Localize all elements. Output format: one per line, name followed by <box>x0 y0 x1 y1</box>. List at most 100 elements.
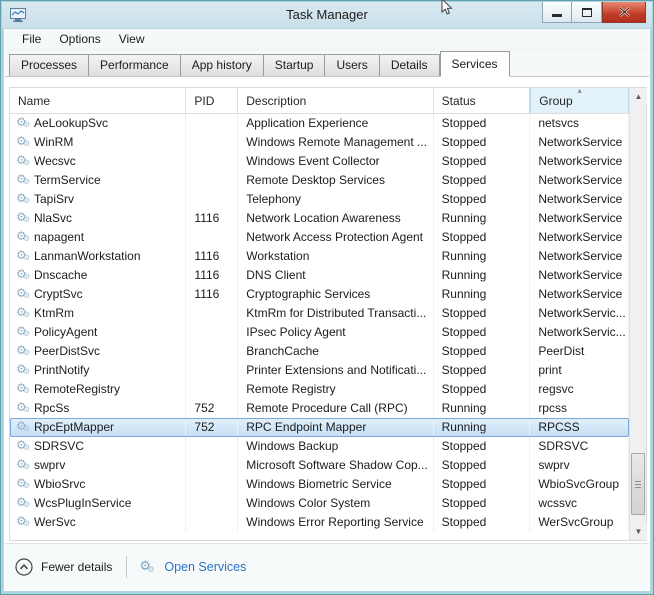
service-pid <box>186 342 238 361</box>
service-gear-icon: ⚙⚙ <box>16 418 32 437</box>
table-row[interactable]: ⚙⚙RemoteRegistry Remote Registry Stopped… <box>10 380 629 399</box>
vertical-scrollbar[interactable]: ▲ ▼ <box>629 88 646 540</box>
scroll-up-button[interactable]: ▲ <box>630 88 647 105</box>
table-row[interactable]: ⚙⚙RpcSs 752 Remote Procedure Call (RPC) … <box>10 399 629 418</box>
service-pid <box>186 361 238 380</box>
open-services-label: Open Services <box>164 560 246 574</box>
service-name: WinRM <box>32 133 73 152</box>
table-row[interactable]: ⚙⚙LanmanWorkstation 1116 Workstation Run… <box>10 247 629 266</box>
menu-item-file[interactable]: File <box>13 30 50 48</box>
service-pid: 1116 <box>186 266 238 285</box>
service-gear-icon: ⚙⚙ <box>16 361 32 380</box>
table-row[interactable]: ⚙⚙AeLookupSvc Application Experience Sto… <box>10 114 629 133</box>
column-header-description[interactable]: Description <box>238 88 433 113</box>
service-gear-icon: ⚙⚙ <box>16 437 32 456</box>
table-row[interactable]: ⚙⚙SDRSVC Windows Backup Stopped SDRSVC <box>10 437 629 456</box>
table-row[interactable]: ⚙⚙NlaSvc 1116 Network Location Awareness… <box>10 209 629 228</box>
table-row[interactable]: ⚙⚙Dnscache 1116 DNS Client Running Netwo… <box>10 266 629 285</box>
service-group: NetworkService <box>530 228 629 247</box>
table-row[interactable]: ⚙⚙WinRM Windows Remote Management ... St… <box>10 133 629 152</box>
column-header-status[interactable]: Status <box>434 88 531 113</box>
menu-item-options[interactable]: Options <box>50 30 109 48</box>
service-pid <box>186 437 238 456</box>
table-row[interactable]: ⚙⚙napagent Network Access Protection Age… <box>10 228 629 247</box>
table-row[interactable]: ⚙⚙WbioSrvc Windows Biometric Service Sto… <box>10 475 629 494</box>
service-gear-icon: ⚙⚙ <box>16 285 32 304</box>
tab-details[interactable]: Details <box>380 54 440 76</box>
service-pid <box>186 304 238 323</box>
service-status: Stopped <box>434 228 531 247</box>
scroll-down-button[interactable]: ▼ <box>630 523 647 540</box>
service-description: Windows Color System <box>238 494 433 513</box>
table-row[interactable]: ⚙⚙KtmRm KtmRm for Distributed Transacti.… <box>10 304 629 323</box>
service-pid: 752 <box>186 399 238 418</box>
table-row[interactable]: ⚙⚙Wecsvc Windows Event Collector Stopped… <box>10 152 629 171</box>
service-group: NetworkService <box>530 247 629 266</box>
table-row[interactable]: ⚙⚙TapiSrv Telephony Stopped NetworkServi… <box>10 190 629 209</box>
maximize-button[interactable] <box>572 2 602 23</box>
service-status: Stopped <box>434 494 531 513</box>
service-name: Wecsvc <box>32 152 76 171</box>
close-button[interactable] <box>602 2 646 23</box>
column-header-label: Description <box>246 94 306 108</box>
service-name: SDRSVC <box>32 437 84 456</box>
column-header-group[interactable]: Group▴ <box>530 88 629 113</box>
table-row[interactable]: ⚙⚙PrintNotify Printer Extensions and Not… <box>10 361 629 380</box>
service-status: Stopped <box>434 133 531 152</box>
footer-bar: Fewer details ⚙ ⚙ Open Services <box>5 543 649 590</box>
service-name: KtmRm <box>32 304 74 323</box>
table-row[interactable]: ⚙⚙TermService Remote Desktop Services St… <box>10 171 629 190</box>
column-header-label: Name <box>18 94 50 108</box>
tab-startup[interactable]: Startup <box>264 54 326 76</box>
service-status: Running <box>434 209 531 228</box>
service-name: LanmanWorkstation <box>32 247 141 266</box>
table-row[interactable]: ⚙⚙WerSvc Windows Error Reporting Service… <box>10 513 629 532</box>
table-row[interactable]: ⚙⚙PeerDistSvc BranchCache Stopped PeerDi… <box>10 342 629 361</box>
service-name: AeLookupSvc <box>32 114 108 133</box>
service-gear-icon: ⚙⚙ <box>16 304 32 323</box>
tab-app-history[interactable]: App history <box>181 54 264 76</box>
service-status: Stopped <box>434 475 531 494</box>
table-body: ⚙⚙AeLookupSvc Application Experience Sto… <box>10 114 629 540</box>
sort-ascending-icon: ▴ <box>578 87 582 95</box>
table-row[interactable]: ⚙⚙RpcEptMapper 752 RPC Endpoint Mapper R… <box>10 418 629 437</box>
table-row[interactable]: ⚙⚙CryptSvc 1116 Cryptographic Services R… <box>10 285 629 304</box>
fewer-details-button[interactable]: Fewer details <box>15 558 112 576</box>
service-status: Running <box>434 247 531 266</box>
service-pid <box>186 494 238 513</box>
service-description: Windows Backup <box>238 437 433 456</box>
titlebar[interactable]: Task Manager <box>2 2 652 29</box>
service-group: NetworkServic... <box>530 323 629 342</box>
services-gear-icon: ⚙ ⚙ <box>139 558 157 576</box>
tab-performance[interactable]: Performance <box>89 54 181 76</box>
table-row[interactable]: ⚙⚙WcsPlugInService Windows Color System … <box>10 494 629 513</box>
service-gear-icon: ⚙⚙ <box>16 133 32 152</box>
service-status: Running <box>434 418 531 437</box>
service-description: BranchCache <box>238 342 433 361</box>
service-name: swprv <box>32 456 65 475</box>
service-description: Windows Error Reporting Service <box>238 513 433 532</box>
scroll-up-icon: ▲ <box>635 92 643 101</box>
service-gear-icon: ⚙⚙ <box>16 399 32 418</box>
service-group: NetworkService <box>530 266 629 285</box>
column-header-pid[interactable]: PID <box>186 88 238 113</box>
tab-users[interactable]: Users <box>325 54 379 76</box>
service-status: Stopped <box>434 190 531 209</box>
column-header-name[interactable]: Name <box>10 88 186 113</box>
service-pid <box>186 380 238 399</box>
minimize-icon <box>552 14 562 17</box>
table-row[interactable]: ⚙⚙swprv Microsoft Software Shadow Cop...… <box>10 456 629 475</box>
menu-item-view[interactable]: View <box>110 30 154 48</box>
open-services-link[interactable]: ⚙ ⚙ Open Services <box>139 558 246 576</box>
service-gear-icon: ⚙⚙ <box>16 209 32 228</box>
service-group: RPCSS <box>530 418 629 437</box>
tab-services[interactable]: Services <box>440 51 510 77</box>
service-name: RemoteRegistry <box>32 380 120 399</box>
service-pid <box>186 475 238 494</box>
table-row[interactable]: ⚙⚙PolicyAgent IPsec Policy Agent Stopped… <box>10 323 629 342</box>
tab-processes[interactable]: Processes <box>9 54 89 76</box>
scrollbar-thumb[interactable] <box>631 453 645 515</box>
service-group: regsvc <box>530 380 629 399</box>
service-pid <box>186 114 238 133</box>
minimize-button[interactable] <box>542 2 572 23</box>
